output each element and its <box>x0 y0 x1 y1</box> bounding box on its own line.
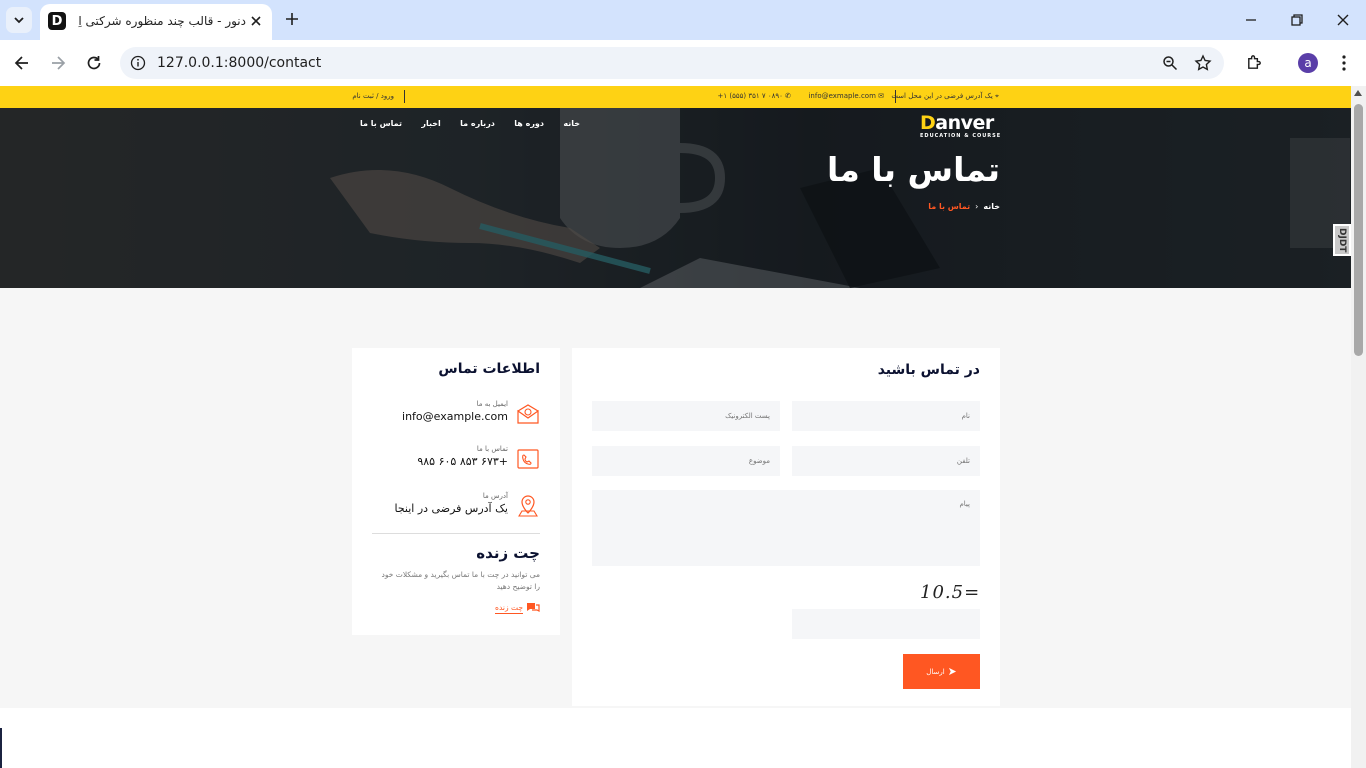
message-field[interactable] <box>592 490 980 566</box>
footer-edge <box>0 728 2 768</box>
back-icon[interactable] <box>12 53 32 73</box>
page-scrollbar[interactable] <box>1351 86 1366 768</box>
contact-email-item: ایمیل به ما info@example.com <box>370 400 540 432</box>
address-bar[interactable]: 127.0.0.1:8000/contact <box>120 47 1224 79</box>
address-label: آدرس ما <box>482 492 508 500</box>
bookmark-star-icon[interactable] <box>1194 54 1212 72</box>
footer-area <box>0 708 1351 768</box>
email-field[interactable] <box>592 401 780 431</box>
close-window-icon[interactable] <box>1335 12 1351 28</box>
forward-icon[interactable] <box>48 53 68 73</box>
breadcrumb: خانه ‹ تماس با ما <box>928 202 1000 211</box>
chevron-down-icon <box>14 17 24 24</box>
site-logo[interactable]: Danver EDUCATION & COURSE <box>920 112 1002 140</box>
chevron-left-icon: ‹ <box>975 202 979 211</box>
restore-icon[interactable] <box>1289 12 1305 28</box>
browser-tab-bar: D دنور - قالب چند منظوره شرکتی اِ <box>0 0 1366 40</box>
phone-field[interactable] <box>792 446 980 476</box>
debug-toolbar-toggle[interactable]: DJDT <box>1333 224 1351 256</box>
topbar-phone[interactable]: ✆ ۰۸۹۰ ۷ ۳۵۱ (۵۵۵) ۱+ <box>717 92 791 100</box>
map-pin-icon <box>518 495 538 517</box>
site-info-icon[interactable] <box>130 55 146 71</box>
live-chat-link[interactable]: چت زنده <box>495 602 540 614</box>
login-register-link[interactable]: ورود / ثبت نام <box>352 92 394 100</box>
main-menu: خانه دوره ها درباره ما اخبار تماس با ما <box>360 119 580 128</box>
favicon-icon: D <box>48 12 66 30</box>
menu-item-news[interactable]: اخبار <box>421 119 440 128</box>
phone-icon: ✆ <box>782 92 791 100</box>
mail-icon: ✉ <box>875 92 884 100</box>
live-chat-title: چت زنده <box>476 544 540 562</box>
page-title: تماس با ما <box>826 150 1000 189</box>
submit-button[interactable]: ارسال <box>903 654 980 689</box>
hero-background-image <box>0 108 1351 288</box>
hero-banner: خانه دوره ها درباره ما اخبار تماس با ما … <box>0 108 1351 288</box>
topbar-email[interactable]: ✉ info@exmaple.com <box>808 92 884 100</box>
logo-initial: D <box>920 112 936 134</box>
email-envelope-icon <box>517 404 539 424</box>
topbar-address: ⌖ یک آدرس فرضی در این محل است <box>891 92 999 100</box>
profile-avatar[interactable]: a <box>1298 53 1318 73</box>
phone-book-icon <box>517 449 539 469</box>
scrollbar-thumb[interactable] <box>1354 104 1363 356</box>
divider <box>372 533 540 534</box>
send-icon <box>948 667 956 676</box>
address-value: یک آدرس فرضی در اینجا <box>394 502 508 515</box>
menu-item-contact[interactable]: تماس با ما <box>360 119 402 128</box>
topbar-divider <box>404 90 405 103</box>
location-pin-icon: ⌖ <box>992 92 999 100</box>
chat-bubble-icon <box>527 603 540 612</box>
contact-form-title: در تماس باشید <box>877 362 980 378</box>
tab-title: دنور - قالب چند منظوره شرکتی اِ <box>78 14 246 28</box>
tab-search-button[interactable] <box>6 7 32 33</box>
captcha-image: 10.5= <box>920 582 981 603</box>
contact-info-card: اطلاعات تماس ایمیل به ما info@example.co… <box>352 348 560 635</box>
subject-field[interactable] <box>592 446 780 476</box>
phone-label: تماس با ما <box>476 445 508 453</box>
contact-address-item: آدرس ما یک آدرس فرضی در اینجا <box>370 492 540 524</box>
live-chat-link-label[interactable]: چت زنده <box>495 603 523 614</box>
contact-phone-item: تماس با ما +۶۷۳ ۸۵۳ ۶۰۵ ۹۸۵ <box>370 445 540 477</box>
close-tab-icon[interactable] <box>248 13 264 29</box>
logo-wordmark: anver <box>935 112 994 134</box>
menu-item-courses[interactable]: دوره ها <box>514 119 544 128</box>
logo-tagline: EDUCATION & COURSE <box>920 133 1002 139</box>
contact-form-card: در تماس باشید 10.5= ارسال <box>572 348 1000 706</box>
url-text[interactable]: 127.0.0.1:8000/contact <box>157 55 321 71</box>
browser-menu-icon[interactable] <box>1336 53 1352 73</box>
page-viewport: ⌖ یک آدرس فرضی در این محل است ✉ info@exm… <box>0 86 1351 768</box>
live-chat-description: می توانید در چت با ما تماس بگیرید و مشکل… <box>381 570 540 591</box>
minimize-icon[interactable] <box>1243 12 1259 28</box>
email-label: ایمیل به ما <box>476 400 508 408</box>
top-info-bar: ⌖ یک آدرس فرضی در این محل است ✉ info@exm… <box>0 86 1351 108</box>
breadcrumb-current: تماس با ما <box>928 202 971 211</box>
zoom-icon[interactable] <box>1162 55 1178 71</box>
browser-toolbar: 127.0.0.1:8000/contact a <box>0 40 1366 86</box>
submit-label: ارسال <box>926 667 945 676</box>
breadcrumb-home[interactable]: خانه <box>983 202 1000 211</box>
menu-item-about[interactable]: درباره ما <box>460 119 495 128</box>
scroll-up-arrow-icon[interactable] <box>1354 90 1362 96</box>
contact-info-title: اطلاعات تماس <box>438 361 540 377</box>
browser-tab[interactable]: D دنور - قالب چند منظوره شرکتی اِ <box>40 4 272 40</box>
email-value[interactable]: info@example.com <box>402 410 508 423</box>
topbar-divider <box>895 90 896 103</box>
phone-value[interactable]: +۶۷۳ ۸۵۳ ۶۰۵ ۹۸۵ <box>417 455 508 468</box>
reload-icon[interactable] <box>84 53 104 73</box>
extensions-icon[interactable] <box>1245 53 1264 72</box>
captcha-input[interactable] <box>792 609 980 639</box>
menu-item-home[interactable]: خانه <box>563 119 580 128</box>
name-field[interactable] <box>792 401 980 431</box>
new-tab-icon[interactable] <box>284 11 300 27</box>
